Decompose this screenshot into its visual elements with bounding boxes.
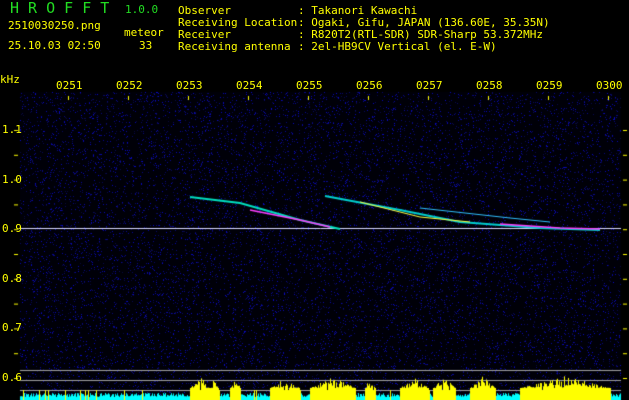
- info-value-antenna: : 2el-HB9CV Vertical (el. E-W): [298, 40, 497, 53]
- freq-tick-label: 1.1: [2, 123, 22, 136]
- unit-label: kHz: [0, 73, 20, 86]
- time-tick-label: 0300: [596, 79, 623, 92]
- app-version: 1.0.0: [125, 3, 159, 16]
- time-tick-label: 0256: [356, 79, 383, 92]
- time-tick-label: 0258: [476, 79, 503, 92]
- time-tick-label: 0254: [236, 79, 263, 92]
- freq-tick-label: 0.9: [2, 222, 22, 236]
- info-label-antenna: Receiving antenna: [178, 40, 291, 53]
- time-tick-label: 0259: [536, 79, 563, 92]
- file-datetime: 25.10.03 02:50: [8, 39, 101, 52]
- app-logo: H R O F F T: [10, 0, 110, 17]
- spectrogram: [0, 70, 629, 400]
- file-name: 2510030250.png: [8, 19, 101, 32]
- freq-tick-label: 0.7: [2, 321, 22, 335]
- meteor-label: meteor: [124, 26, 164, 39]
- time-tick-label: 0251: [56, 79, 83, 92]
- meteor-count: 33: [139, 39, 153, 52]
- freq-tick-label: 1.0: [2, 172, 22, 186]
- time-tick-label: 0257: [416, 79, 443, 92]
- freq-tick-label: 0.6: [2, 371, 22, 384]
- time-tick-label: 0255: [296, 79, 323, 92]
- time-tick-label: 0252: [116, 79, 143, 92]
- freq-tick-label: 0.8: [2, 271, 22, 285]
- time-tick-label: 0253: [176, 79, 203, 92]
